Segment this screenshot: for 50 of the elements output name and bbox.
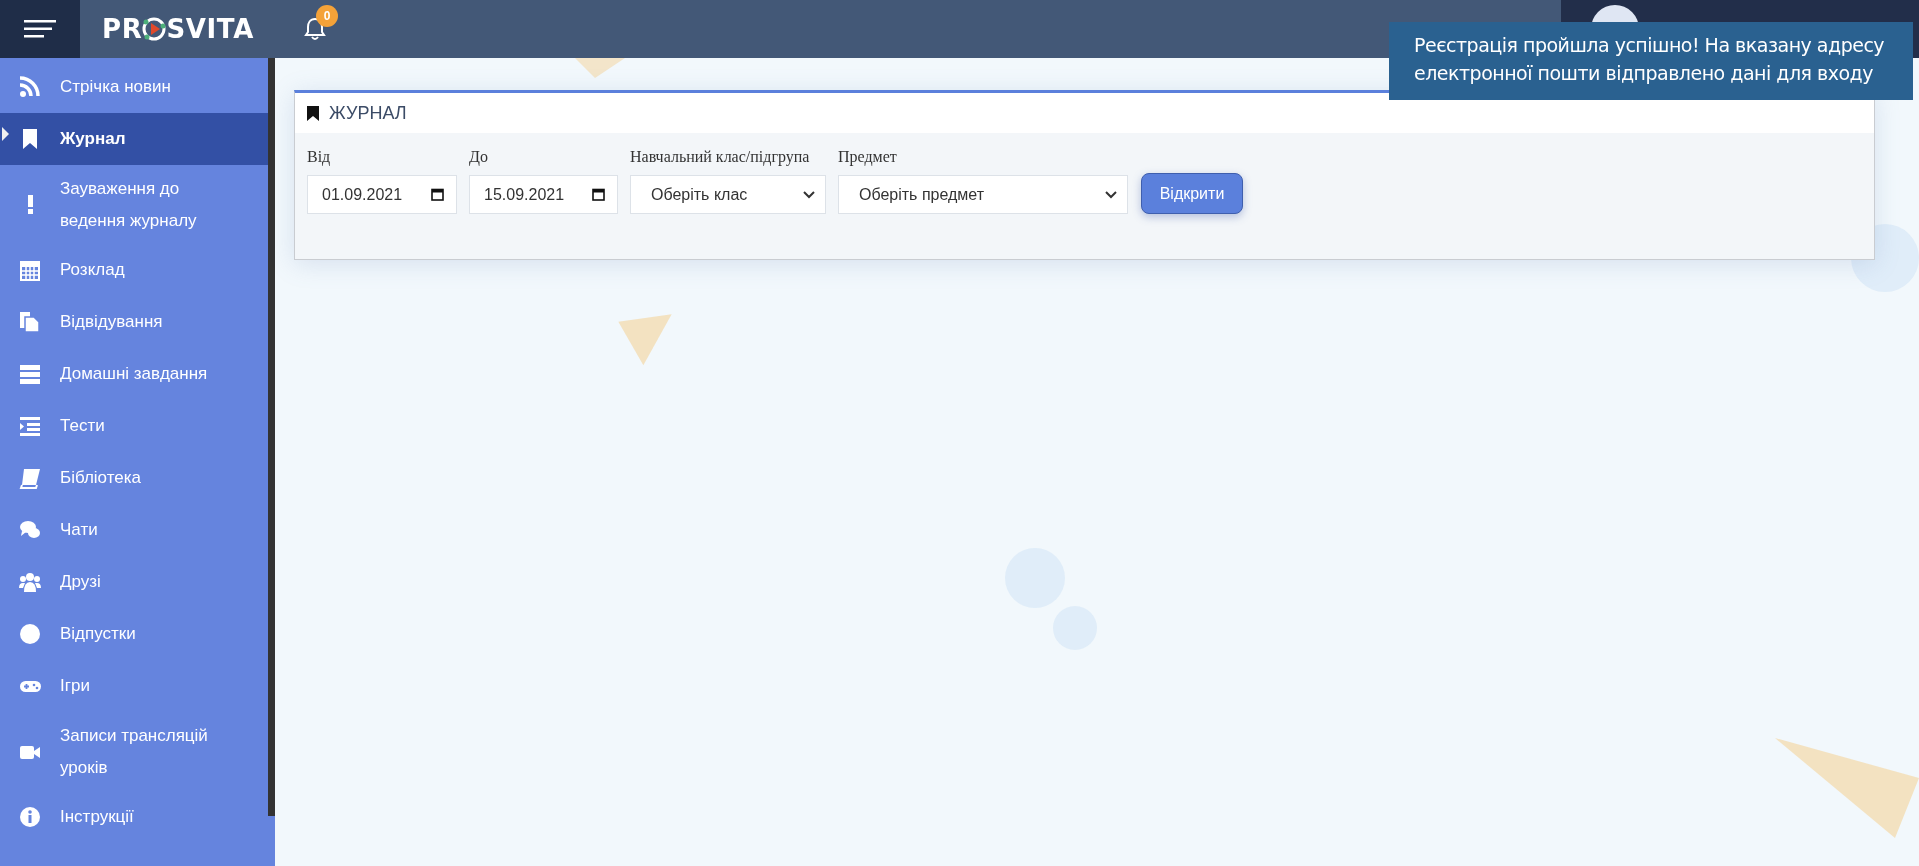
select-dropdown[interactable]: Оберіть предмет: [838, 175, 1128, 214]
caret-icon: [2, 127, 9, 141]
sidebar-item[interactable]: Бібліотека: [0, 452, 268, 504]
sidebar-item[interactable]: Стрічка новин: [0, 61, 268, 113]
sidebar-item[interactable]: Друзі: [0, 556, 268, 608]
bookmark-icon: [307, 105, 319, 121]
sidebar-item[interactable]: Ігри: [0, 660, 268, 712]
calendar-icon: [592, 188, 605, 201]
registration-toast: Реєстрація пройшла успішно! На вказану адресу електронної пошти відправлено дані для входу: [1389, 22, 1913, 100]
menu-icon: [24, 20, 56, 38]
exclamation-icon: [27, 195, 33, 214]
date-field[interactable]: 15.09.2021: [469, 175, 618, 214]
stacked-bars-icon: [19, 363, 41, 385]
circle-icon: [19, 623, 41, 645]
rss-icon: [19, 76, 41, 98]
open-button[interactable]: Відкрити: [1141, 173, 1243, 214]
sidebar-item[interactable]: Розклад: [0, 244, 268, 296]
play-ring-icon: [142, 17, 167, 41]
sidebar-item[interactable]: Чати: [0, 504, 268, 556]
book-icon: [19, 467, 41, 489]
calendar-icon: [431, 188, 444, 201]
chevron-down-icon: [1105, 190, 1117, 199]
logo-text: SVITA: [166, 12, 254, 46]
chat-bubbles-icon: [19, 519, 41, 541]
menu-button[interactable]: [0, 0, 80, 58]
sidebar-item[interactable]: Відпустки: [0, 608, 268, 660]
sidebar-item[interactable]: Журнал: [0, 113, 268, 165]
chevron-down-icon: [803, 190, 815, 199]
select-dropdown[interactable]: Оберіть клас: [630, 175, 826, 214]
date-field[interactable]: 01.09.2021: [307, 175, 457, 214]
field-label: До: [469, 147, 489, 168]
sidebar-item[interactable]: Записи трансляцій уроків: [0, 712, 268, 791]
logo-text: PR: [102, 12, 143, 46]
users-icon: [19, 571, 41, 593]
sidebar-item[interactable]: Домашні завдання: [0, 348, 268, 400]
calendar-icon: [19, 259, 41, 281]
sidebar-item[interactable]: Зауваження до ведення журналу: [0, 165, 268, 244]
sidebar-item[interactable]: Відвідування: [0, 296, 268, 348]
scrollbar[interactable]: [268, 58, 275, 816]
indent-list-icon: [19, 415, 41, 437]
sidebar-item[interactable]: Інструкції: [0, 791, 268, 843]
field-label: Предмет: [838, 147, 898, 168]
sidebar-item[interactable]: Тести: [0, 400, 268, 452]
notification-badge: 0: [316, 5, 338, 27]
documents-icon: [19, 311, 41, 333]
card-title: ЖУРНАЛ: [329, 101, 407, 125]
info-icon: [19, 806, 41, 828]
field-label: Від: [307, 147, 332, 168]
field-label: Навчальний клас/підгрупа: [630, 147, 811, 168]
bell-icon[interactable]: [304, 17, 326, 41]
